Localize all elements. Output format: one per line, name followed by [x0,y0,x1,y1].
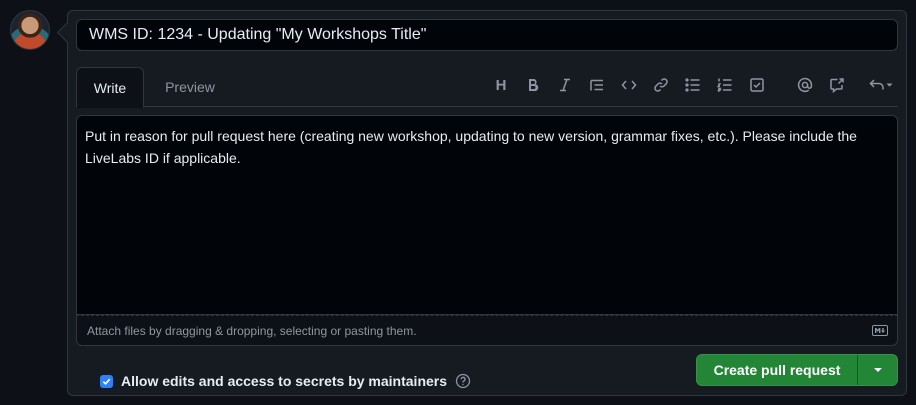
task-list-icon [750,78,764,92]
unordered-list-button[interactable] [681,73,705,97]
editor-header: Write Preview H [76,67,898,108]
maintainer-edits-option: Allow edits and access to secrets by mai… [100,372,471,390]
reply-menu-button[interactable] [865,73,897,97]
bold-icon [529,78,539,92]
code-button[interactable] [617,73,641,97]
heading-button[interactable]: H [489,73,513,97]
markdown-icon[interactable] [872,325,888,336]
unordered-list-icon [685,78,700,92]
tab-preview[interactable]: Preview [152,67,228,107]
pr-body-textarea[interactable]: Put in reason for pull request here (cre… [76,115,898,315]
link-icon [654,78,668,92]
code-icon [621,80,637,90]
attach-files-hint: Attach files by dragging & dropping, sel… [87,324,417,338]
create-pull-request-button[interactable]: Create pull request [697,355,858,385]
heading-icon: H [495,76,507,94]
pr-title-input[interactable] [76,19,898,51]
ordered-list-button[interactable] [713,73,737,97]
cross-reference-button[interactable] [825,73,849,97]
quote-icon [590,79,603,91]
bold-button[interactable] [521,73,545,97]
ordered-list-icon [717,78,732,93]
reply-icon [869,79,893,90]
check-icon [102,378,111,385]
task-list-button[interactable] [745,73,769,97]
maintainer-edits-checkbox[interactable] [100,374,113,388]
italic-button[interactable] [553,73,577,97]
mention-button[interactable] [793,73,817,97]
link-button[interactable] [649,73,673,97]
attach-files-bar[interactable]: Attach files by dragging & dropping, sel… [76,315,898,346]
mention-icon [797,77,813,93]
maintainer-edits-label[interactable]: Allow edits and access to secrets by mai… [121,373,447,389]
user-avatar[interactable] [10,10,50,50]
create-pull-request-split-button: Create pull request [696,354,898,386]
chevron-down-icon [873,368,882,372]
question-icon[interactable] [455,373,471,389]
create-options-dropdown[interactable] [858,355,897,385]
quote-button[interactable] [585,73,609,97]
italic-icon [560,78,570,92]
tab-write[interactable]: Write [76,67,144,108]
cross-reference-icon [830,78,844,93]
